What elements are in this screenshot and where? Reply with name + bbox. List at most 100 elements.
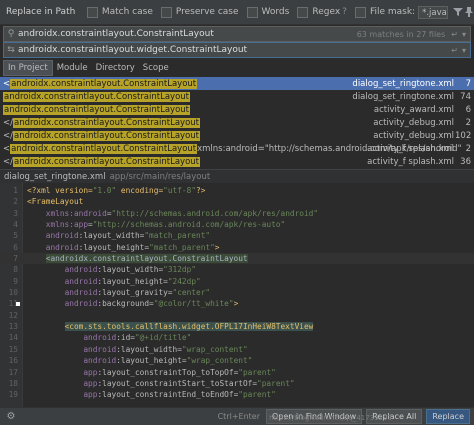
preserve-case-checkbox[interactable] xyxy=(160,6,172,18)
code-text: android:layout_gravity="center" xyxy=(64,288,211,298)
code-text: app:layout_constraintTop_toTopOf="parent… xyxy=(83,367,276,377)
title-bar: Replace in Path Match case Preserve case… xyxy=(0,0,474,25)
line-number: 2 xyxy=(13,197,18,207)
code-line: 17 app:layout_constraintTop_toTopOf="par… xyxy=(0,367,474,378)
words-label: Words xyxy=(261,7,290,17)
result-match: androidx.constraintlayout.ConstraintLayo… xyxy=(10,143,198,154)
search-icon: ⚲ xyxy=(7,29,15,39)
replace-button[interactable]: Replace xyxy=(426,409,470,424)
result-line: 6 xyxy=(465,104,471,115)
tab-module[interactable]: Module xyxy=(53,61,92,75)
code-text: <?xml version="1.0" encoding="utf-8"?> xyxy=(27,186,206,195)
regex-label: Regex xyxy=(312,7,341,17)
line-number: 8 xyxy=(13,265,18,275)
line-number: 9 xyxy=(13,276,18,286)
code-line: 1 <?xml version="1.0" encoding="utf-8"?> xyxy=(0,185,474,196)
tab-in-project[interactable]: In Project xyxy=(3,60,53,76)
code-text: xmlns:app="http://schemas.android.com/ap… xyxy=(45,220,286,230)
result-prefix: < xyxy=(3,78,11,89)
code-line: 8 android:layout_width="312dp" xyxy=(0,264,474,275)
result-line: 7 xyxy=(465,78,471,89)
history-icon[interactable]: ▾ xyxy=(462,46,466,55)
code-text: android:background="@color/tt_white"> xyxy=(64,299,239,309)
result-row[interactable]: androidx.constraintlayout.ConstraintLayo… xyxy=(0,103,474,116)
match-case-option[interactable]: Match case xyxy=(86,6,153,18)
line-number: 18 xyxy=(8,378,18,388)
preserve-case-label: Preserve case xyxy=(175,7,239,17)
result-row[interactable]: </androidx.constraintlayout.ConstraintLa… xyxy=(0,155,474,168)
result-row[interactable]: </androidx.constraintlayout.ConstraintLa… xyxy=(0,116,474,129)
words-checkbox[interactable] xyxy=(246,6,258,18)
words-option[interactable]: Words xyxy=(246,6,290,18)
line-number: 19 xyxy=(8,390,18,400)
line-number: 17 xyxy=(8,367,18,377)
match-case-checkbox[interactable] xyxy=(86,6,98,18)
code-text: app:layout_constraintEnd_toEndOf="parent… xyxy=(83,390,276,400)
result-match: androidx.constraintlayout.ConstraintLayo… xyxy=(3,104,190,115)
code-text: app:layout_constraintStart_toStartOf="pa… xyxy=(83,378,295,388)
history-icon[interactable]: ▾ xyxy=(462,30,466,39)
replace-icon: ⇆ xyxy=(7,45,15,55)
regex-help[interactable]: ? xyxy=(342,7,347,17)
code-text: <com.sts.tools.callflash.widget.OFPL17In… xyxy=(64,322,314,332)
match-case-label: Match case xyxy=(101,7,153,17)
line-number: 5 xyxy=(13,231,18,241)
result-match: androidx.constraintlayout.ConstraintLayo… xyxy=(13,117,200,128)
newline-icon[interactable]: ↵ xyxy=(451,46,458,55)
preview-file: dialog_set_ringtone.xml xyxy=(4,171,106,182)
shortcut-hint: Ctrl+Enter xyxy=(217,412,260,421)
code-line: 18 app:layout_constraintStart_toStartOf=… xyxy=(0,378,474,389)
replace-input[interactable]: androidx.constraintlayout.widget.Constra… xyxy=(18,45,451,55)
file-mask-label: File mask: xyxy=(369,7,416,17)
filter-icon[interactable] xyxy=(452,4,463,20)
file-mask-input[interactable]: *.java xyxy=(418,5,449,19)
result-row[interactable]: </androidx.constraintlayout.ConstraintLa… xyxy=(0,129,474,142)
regex-checkbox[interactable] xyxy=(297,6,309,18)
regex-option[interactable]: Regex? xyxy=(297,6,347,18)
code-line: 7 <androidx.constraintlayout.ConstraintL… xyxy=(0,253,474,265)
search-input[interactable]: androidx.constraintlayout.ConstraintLayo… xyxy=(18,29,357,39)
code-text: android:layout_width="match_parent" xyxy=(45,231,211,241)
code-line: 12 xyxy=(0,310,474,321)
line-number: 1 xyxy=(13,186,18,195)
tab-scope[interactable]: Scope xyxy=(139,61,173,75)
footer: ⚙ Ctrl+Enter Open in Find Window Replace… xyxy=(0,407,474,425)
newline-icon[interactable]: ↵ xyxy=(451,30,458,39)
gear-icon[interactable]: ⚙ xyxy=(3,409,19,425)
result-line: 102 xyxy=(455,130,472,141)
result-file: dialog_set_ringtone.xml xyxy=(352,91,454,102)
pin-icon[interactable] xyxy=(463,4,474,20)
result-match: androidx.constraintlayout.ConstraintLayo… xyxy=(13,130,200,141)
code-line: 10 android:layout_gravity="center" xyxy=(0,287,474,298)
result-prefix: </ xyxy=(3,130,13,141)
code-line: 4 xmlns:app="http://schemas.android.com/… xyxy=(0,219,474,230)
code-line: 19 app:layout_constraintEnd_toEndOf="par… xyxy=(0,389,474,400)
code-text: android:layout_height="match_parent"> xyxy=(45,242,220,252)
preview-header: dialog_set_ringtone.xml app/src/main/res… xyxy=(0,169,474,183)
replace-field[interactable]: ⇆ androidx.constraintlayout.widget.Const… xyxy=(3,42,471,58)
search-field[interactable]: ⚲ androidx.constraintlayout.ConstraintLa… xyxy=(3,26,471,42)
result-file: dialog_set_ringtone.xml xyxy=(352,78,454,89)
preview-path: app/src/main/res/layout xyxy=(109,171,211,182)
line-number: 3 xyxy=(13,208,18,218)
results-list: < androidx.constraintlayout.ConstraintLay… xyxy=(0,77,474,180)
result-row[interactable]: <androidx.constraintlayout.ConstraintLay… xyxy=(0,142,474,155)
result-row[interactable]: <androidx.constraintlayout.ConstraintLay… xyxy=(0,77,474,90)
result-prefix: </ xyxy=(3,117,13,128)
file-mask-checkbox[interactable] xyxy=(354,6,366,18)
line-number: 6 xyxy=(13,242,18,252)
code-text: android:layout_height="242dp" xyxy=(64,276,201,286)
code-preview[interactable]: 1 <?xml version="1.0" encoding="utf-8"?> 2… xyxy=(0,183,474,408)
line-number: 12 xyxy=(8,310,18,320)
result-file: activity_award.xml xyxy=(373,104,454,115)
result-line: 36 xyxy=(460,156,471,167)
code-line: 11 android:background="@color/tt_white"> xyxy=(0,298,474,309)
tab-directory[interactable]: Directory xyxy=(92,61,139,75)
preserve-case-option[interactable]: Preserve case xyxy=(160,6,239,18)
code-text: <androidx.constraintlayout.ConstraintLay… xyxy=(45,254,248,264)
result-line: 74 xyxy=(460,91,471,102)
result-match: androidx.constraintlayout.ConstraintLayo… xyxy=(3,91,190,102)
file-mask-option[interactable]: File mask: *.java xyxy=(354,5,449,19)
code-line: 13 <com.sts.tools.callflash.widget.OFPL1… xyxy=(0,321,474,332)
result-row[interactable]: androidx.constraintlayout.ConstraintLayo… xyxy=(0,90,474,103)
